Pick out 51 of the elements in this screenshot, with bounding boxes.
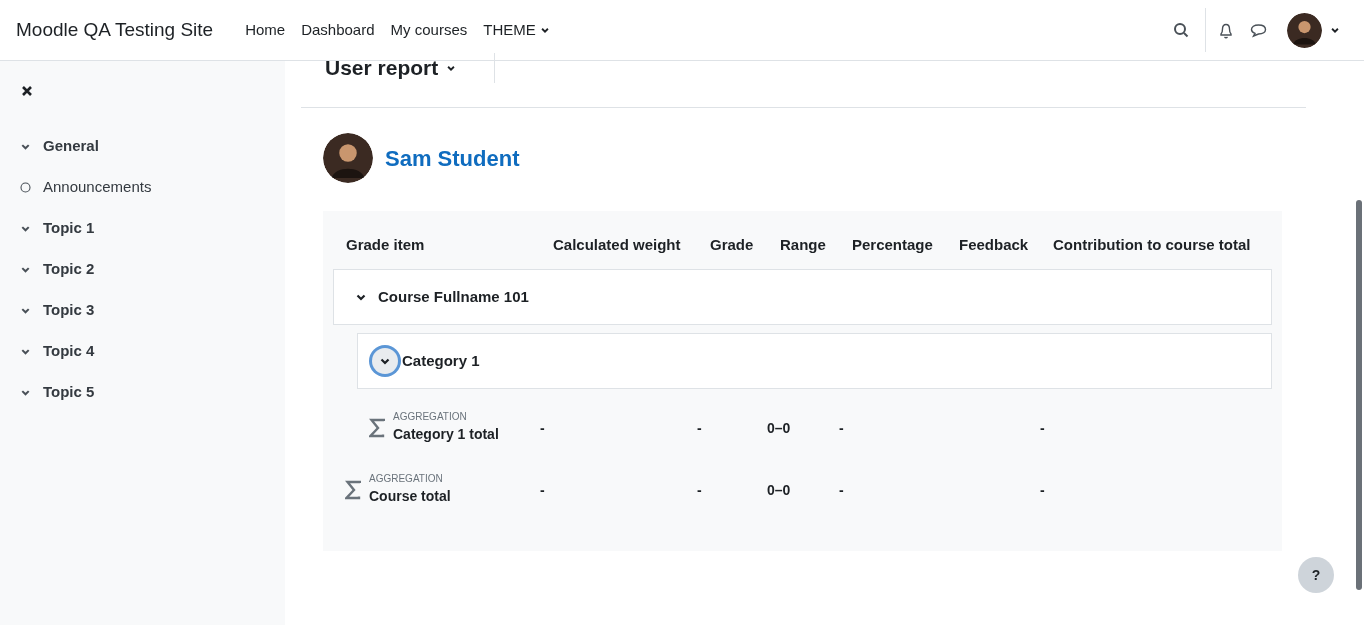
- grade-cell: -: [1040, 482, 1045, 498]
- user-avatar: [323, 133, 373, 183]
- section-link[interactable]: Topic 5: [43, 381, 95, 404]
- close-icon[interactable]: [21, 84, 35, 98]
- bell-icon[interactable]: [1218, 21, 1234, 39]
- grade-cell: 0–0: [767, 482, 791, 498]
- user-avatar: [1287, 12, 1322, 48]
- column-header: Feedback: [959, 236, 1029, 253]
- chevron-down-icon: [446, 63, 457, 73]
- column-header: Percentage: [852, 236, 933, 253]
- grade-cell: -: [1040, 420, 1045, 436]
- column-header: Calculated weight: [553, 236, 681, 253]
- column-header: Grade item: [346, 236, 425, 253]
- chat-icon[interactable]: [1250, 22, 1267, 38]
- nav-link[interactable]: Home: [245, 18, 286, 42]
- category-name: Category 1: [402, 350, 480, 371]
- section-link[interactable]: Topic 3: [43, 299, 95, 322]
- item-type-label: AGGREGATION: [393, 411, 468, 424]
- grade-cell: -: [697, 482, 702, 498]
- user-menu[interactable]: [1287, 12, 1340, 48]
- section-link[interactable]: Topic 1: [43, 217, 95, 240]
- user-name-link[interactable]: Sam Student: [385, 141, 520, 175]
- nav-link[interactable]: THEME: [483, 18, 550, 42]
- sigma-icon: [345, 480, 361, 500]
- grade-item-name: Category 1 total: [393, 424, 499, 444]
- grade-item-name: Course total: [369, 486, 451, 506]
- section-link[interactable]: Topic 2: [43, 258, 95, 281]
- column-header: Contribution to course total: [1053, 236, 1251, 253]
- grade-cell: -: [839, 420, 844, 436]
- grade-cell: -: [540, 420, 545, 436]
- collapse-toggle[interactable]: [372, 348, 398, 374]
- help-button[interactable]: ?: [1298, 557, 1334, 593]
- item-type-label: AGGREGATION: [369, 473, 444, 486]
- circle-icon: [20, 182, 31, 193]
- sigma-icon: [369, 418, 385, 438]
- grade-cell: 0–0: [767, 420, 791, 436]
- activity-link[interactable]: Announcements: [43, 176, 152, 199]
- column-header: Grade: [710, 236, 754, 253]
- category-name: Course Fullname 101: [378, 286, 529, 307]
- nav-link[interactable]: My courses: [390, 18, 468, 42]
- nav-link[interactable]: Dashboard: [301, 18, 375, 42]
- grade-cell: -: [839, 482, 844, 498]
- report-selector[interactable]: User report: [325, 53, 496, 83]
- site-name[interactable]: Moodle QA Testing Site: [16, 15, 214, 45]
- chevron-down-icon: [1330, 25, 1340, 35]
- search-icon[interactable]: [1173, 22, 1189, 38]
- grade-cell: -: [540, 482, 545, 498]
- section-link[interactable]: General: [43, 135, 99, 158]
- column-header: Range: [780, 236, 826, 253]
- section-link[interactable]: Topic 4: [43, 340, 95, 363]
- grade-cell: -: [697, 420, 702, 436]
